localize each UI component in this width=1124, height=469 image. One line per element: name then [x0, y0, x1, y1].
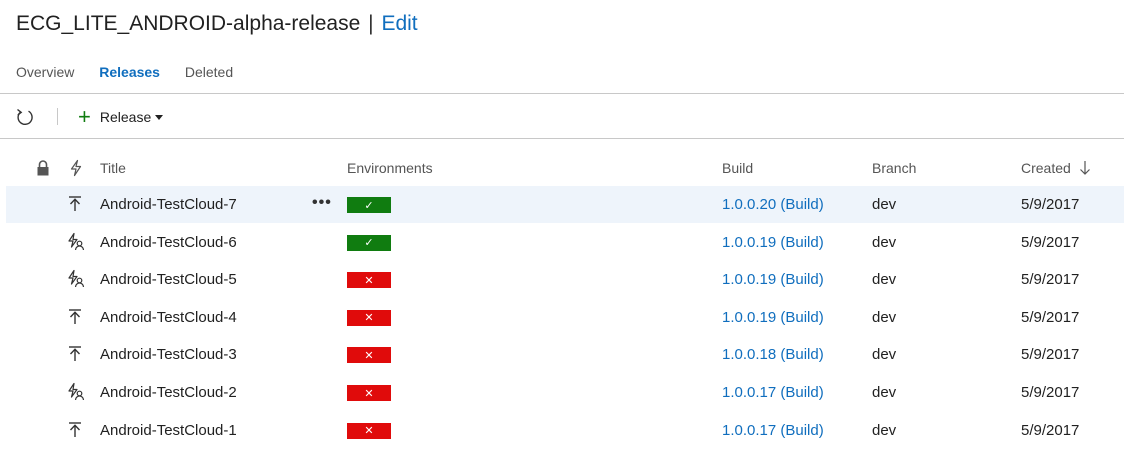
manual-deploy-icon — [66, 307, 86, 327]
table-row[interactable]: Android-TestCloud-4 ✕ 1.0.0.19 (Build) dev 5… — [6, 299, 1124, 336]
cross-icon: ✕ — [364, 312, 374, 325]
cross-icon: ✕ — [364, 274, 374, 287]
branch-name: dev — [872, 384, 897, 401]
release-title[interactable]: Android-TestCloud-5 — [100, 271, 237, 288]
cross-icon: ✕ — [364, 425, 374, 438]
cross-icon: ✕ — [364, 387, 374, 400]
release-title[interactable]: Android-TestCloud-1 — [100, 422, 237, 439]
build-link[interactable]: 1.0.0.19 (Build) — [722, 234, 824, 251]
column-header-created-label: Created — [1021, 160, 1071, 177]
table-row[interactable]: Android-TestCloud-6 ✓ 1.0.0.19 (Build) dev 5… — [6, 224, 1124, 261]
created-date: 5/9/2017 — [1021, 346, 1080, 364]
tabs-divider — [0, 93, 1124, 94]
manual-deploy-icon — [66, 194, 86, 214]
column-header-build[interactable]: Build — [722, 160, 753, 176]
tab-bar: Overview Releases Deleted — [16, 64, 254, 84]
caret-down-icon — [155, 114, 164, 120]
release-button-label: Release — [99, 109, 152, 125]
environment-status-badge[interactable]: ✓ — [347, 234, 391, 251]
table-row[interactable]: Android-TestCloud-1 ✕ 1.0.0.17 (Build) dev 5… — [6, 412, 1124, 449]
environment-status-badge[interactable]: ✕ — [347, 272, 391, 289]
branch-name: dev — [872, 196, 897, 213]
created-date: 5/9/2017 — [1021, 384, 1080, 401]
refresh-icon[interactable] — [14, 107, 36, 127]
build-link[interactable]: 1.0.0.19 (Build) — [722, 271, 824, 288]
created-date: 5/9/2017 — [1021, 308, 1080, 326]
check-icon: ✓ — [364, 237, 374, 250]
manual-deploy-icon — [66, 420, 86, 440]
column-header-created[interactable]: Created — [1021, 160, 1091, 179]
toolbar: + Release — [0, 96, 1124, 138]
tab-deleted[interactable]: Deleted — [185, 64, 233, 80]
column-header-branch[interactable]: Branch — [872, 160, 916, 176]
table-row[interactable]: Android-TestCloud-7 ••• ✓ 1.0.0.20 (Build) d… — [6, 186, 1124, 223]
build-link[interactable]: 1.0.0.17 (Build) — [722, 384, 824, 401]
edit-link[interactable]: Edit — [381, 12, 417, 35]
build-link[interactable]: 1.0.0.17 (Build) — [722, 422, 824, 439]
table-row[interactable]: Android-TestCloud-5 ✕ 1.0.0.19 (Build) dev 5… — [6, 261, 1124, 298]
created-date: 5/9/2017 — [1021, 196, 1080, 213]
page-title: ECG_LITE_ANDROID-alpha-release — [16, 12, 361, 35]
tab-releases[interactable]: Releases — [99, 64, 160, 80]
lock-icon — [35, 159, 51, 182]
release-title[interactable]: Android-TestCloud-4 — [100, 309, 237, 326]
auto-trigger-icon — [66, 232, 86, 252]
column-header-environments[interactable]: Environments — [347, 160, 433, 176]
toolbar-separator — [57, 108, 58, 125]
environment-status-badge[interactable]: ✕ — [347, 347, 391, 364]
toolbar-divider — [0, 138, 1124, 139]
more-actions-icon[interactable]: ••• — [312, 194, 332, 212]
release-title[interactable]: Android-TestCloud-2 — [100, 384, 237, 401]
created-date: 5/9/2017 — [1021, 271, 1080, 289]
cross-icon: ✕ — [364, 349, 374, 362]
table-row[interactable]: Android-TestCloud-3 ✕ 1.0.0.18 (Build) dev 5… — [6, 336, 1124, 373]
build-link[interactable]: 1.0.0.19 (Build) — [722, 309, 824, 326]
new-release-button[interactable]: + Release — [78, 104, 164, 129]
environment-status-badge[interactable]: ✕ — [347, 309, 391, 326]
branch-name: dev — [872, 421, 897, 439]
release-title[interactable]: Android-TestCloud-3 — [100, 346, 237, 363]
manual-deploy-icon — [66, 344, 86, 364]
check-icon: ✓ — [364, 199, 374, 212]
release-title[interactable]: Android-TestCloud-7 — [100, 196, 237, 213]
branch-name: dev — [872, 233, 897, 251]
branch-name: dev — [872, 308, 897, 326]
environment-status-badge[interactable]: ✓ — [347, 197, 391, 213]
table-row[interactable]: Android-TestCloud-2 ✕ 1.0.0.17 (Build) dev 5… — [6, 374, 1124, 411]
auto-trigger-icon — [66, 269, 86, 289]
sort-descending-icon — [1079, 160, 1091, 179]
build-link[interactable]: 1.0.0.20 (Build) — [722, 196, 824, 213]
page-header: ECG_LITE_ANDROID-alpha-release | Edit — [16, 12, 418, 42]
environment-status-badge[interactable]: ✕ — [347, 422, 391, 439]
plus-icon: + — [78, 104, 91, 129]
build-link[interactable]: 1.0.0.18 (Build) — [722, 346, 824, 363]
title-separator: | — [368, 12, 374, 35]
release-title[interactable]: Android-TestCloud-6 — [100, 234, 237, 251]
tab-overview[interactable]: Overview — [16, 64, 74, 80]
created-date: 5/9/2017 — [1021, 421, 1080, 439]
environment-status-badge[interactable]: ✕ — [347, 385, 391, 401]
column-header-title[interactable]: Title — [100, 160, 126, 176]
trigger-header-icon — [68, 159, 84, 182]
branch-name: dev — [872, 346, 897, 364]
auto-trigger-icon — [66, 382, 86, 402]
created-date: 5/9/2017 — [1021, 233, 1080, 251]
branch-name: dev — [872, 271, 897, 289]
